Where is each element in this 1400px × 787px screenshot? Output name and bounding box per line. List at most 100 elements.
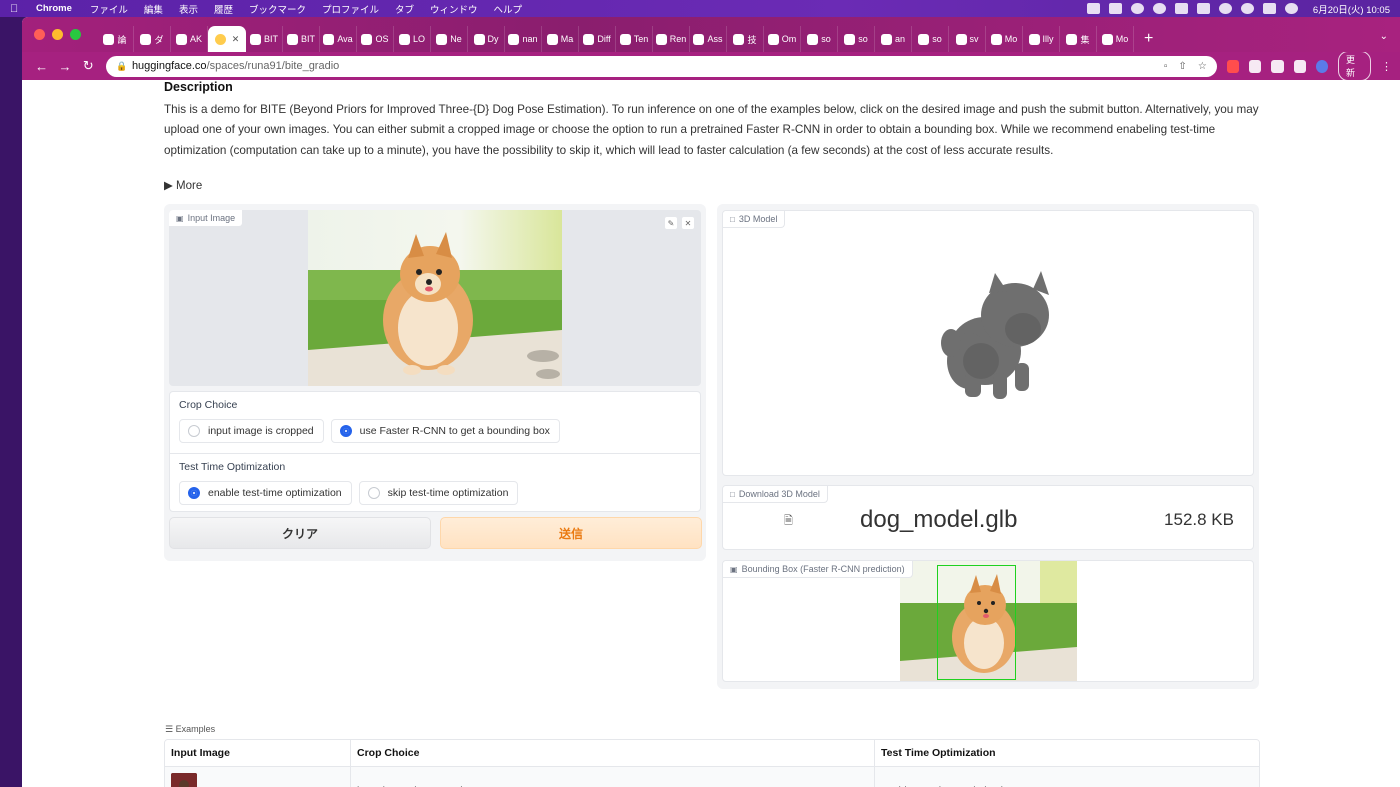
app-menu-chrome[interactable]: Chrome [36, 3, 72, 14]
browser-tab[interactable]: so [801, 26, 838, 52]
radio-dot-selected[interactable] [339, 425, 352, 437]
menu-edit[interactable]: 編集 [144, 2, 163, 16]
radio-dot[interactable] [188, 425, 200, 437]
translate-icon[interactable]: ▫ [1164, 61, 1168, 72]
lock-icon[interactable]: 🔒 [116, 61, 127, 72]
control-center-icon[interactable] [1262, 3, 1276, 14]
browser-tab[interactable]: BIT [283, 26, 320, 52]
browser-tab[interactable]: Mo [986, 26, 1023, 52]
kebab-menu-icon[interactable]: ⋮ [1381, 60, 1392, 73]
tab-title: Om [781, 34, 797, 44]
browser-tab[interactable]: ダ [134, 26, 171, 52]
close-tab-icon[interactable]: ✕ [232, 34, 240, 45]
browser-tab[interactable]: so [912, 26, 949, 52]
edit-pencil-icon[interactable]: ✎ [664, 216, 678, 230]
example-thumbnail[interactable] [171, 773, 197, 787]
browser-tab[interactable]: LO [394, 26, 431, 52]
image-icon: ▣ [176, 213, 184, 223]
clear-button[interactable]: クリア [169, 517, 431, 549]
menu-tab[interactable]: タブ [395, 2, 414, 16]
browser-tab[interactable]: Illy [1023, 26, 1060, 52]
zoom-window-button[interactable] [70, 29, 81, 40]
new-tab-icon[interactable]: + [1144, 30, 1153, 48]
browser-tab[interactable]: Ass [690, 26, 727, 52]
browser-tab[interactable]: Diff [579, 26, 616, 52]
siri-icon[interactable] [1284, 3, 1298, 14]
radio-label: skip test-time optimization [387, 487, 509, 499]
side-panel-icon[interactable] [1293, 59, 1306, 73]
input-image-upload[interactable]: ▣ Input Image ✎ ✕ [169, 210, 701, 386]
browser-tab[interactable]: Ten [616, 26, 653, 52]
browser-tab[interactable]: 技 [727, 26, 764, 52]
apple-icon[interactable]:  [10, 3, 22, 15]
browser-tab[interactable]: Ren [653, 26, 690, 52]
browser-tab[interactable]: an [875, 26, 912, 52]
profile-avatar[interactable] [1315, 59, 1329, 73]
browser-tab[interactable]: Dy [468, 26, 505, 52]
forward-icon[interactable]: → [53, 59, 76, 74]
status-app-icon[interactable] [1086, 3, 1100, 14]
window-controls [34, 29, 81, 40]
model-3d-viewer[interactable]: □ 3D Model [722, 210, 1254, 476]
browser-tab[interactable]: Ne [431, 26, 468, 52]
menu-help[interactable]: ヘルプ [494, 2, 523, 16]
radio-enable-tto[interactable]: enable test-time optimization [179, 481, 352, 505]
menu-view[interactable]: 表示 [179, 2, 198, 16]
puzzle-extensions-icon[interactable] [1271, 59, 1284, 73]
browser-tab[interactable]: sv [949, 26, 986, 52]
browser-tab[interactable]: ✕ [208, 26, 246, 52]
menu-bookmarks[interactable]: ブックマーク [249, 2, 306, 16]
close-window-button[interactable] [34, 29, 45, 40]
browser-tab[interactable]: Mo [1097, 26, 1134, 52]
address-bar[interactable]: 🔒 huggingface.co/spaces/runa91/bite_grad… [105, 55, 1217, 77]
radio-dot[interactable] [367, 487, 380, 499]
table-cell[interactable]: input image is cropped [351, 767, 875, 787]
radio-label: input image is cropped [208, 425, 314, 437]
download-label: □ Download 3D Model [723, 486, 828, 503]
download-3d-model[interactable]: □ Download 3D Model 🗎 dog_model.glb 152.… [722, 485, 1254, 550]
table-cell[interactable]: enable test-time optimization [875, 767, 1259, 787]
browser-tab[interactable]: 論 [97, 26, 134, 52]
update-button[interactable]: 更新 [1338, 51, 1371, 81]
browser-tab[interactable]: BIT [246, 26, 283, 52]
table-cell-image[interactable] [165, 767, 351, 787]
bookmark-star-icon[interactable]: ☆ [1198, 61, 1207, 72]
play-icon[interactable] [1152, 3, 1166, 14]
battery-icon[interactable] [1196, 3, 1210, 14]
download-file-size: 152.8 KB [1164, 510, 1234, 529]
status-app-icon[interactable] [1108, 3, 1122, 14]
menu-window[interactable]: ウィンドウ [430, 2, 478, 16]
status-app-icon[interactable] [1130, 3, 1144, 14]
extension-icon[interactable] [1226, 59, 1240, 73]
submit-button[interactable]: 送信 [440, 517, 702, 549]
browser-tab[interactable]: OS [357, 26, 394, 52]
browser-tab[interactable]: so [838, 26, 875, 52]
radio-faster-rcnn[interactable]: use Faster R-CNN to get a bounding box [330, 419, 560, 443]
close-icon[interactable]: ✕ [681, 216, 695, 230]
menu-history[interactable]: 履歴 [214, 2, 233, 16]
menu-profiles[interactable]: プロファイル [322, 2, 379, 16]
download-file-name[interactable]: dog_model.glb [860, 506, 1017, 534]
reload-icon[interactable]: ↻ [77, 58, 100, 74]
browser-tab[interactable]: Ma [542, 26, 579, 52]
share-icon[interactable]: ⇧ [1178, 61, 1186, 72]
radio-skip-tto[interactable]: skip test-time optimization [358, 481, 519, 505]
browser-tab[interactable]: nan [505, 26, 542, 52]
tab-search-chevron-icon[interactable]: ⌄ [1380, 31, 1388, 42]
menu-file[interactable]: ファイル [90, 2, 128, 16]
radio-dot-selected[interactable] [188, 487, 200, 499]
browser-tab[interactable]: Om [764, 26, 801, 52]
browser-tab[interactable]: AK [171, 26, 208, 52]
search-icon[interactable] [1240, 3, 1254, 14]
browser-tab[interactable]: Ava [320, 26, 357, 52]
back-icon[interactable]: ← [30, 59, 53, 74]
browser-tab[interactable]: 集 [1060, 26, 1097, 52]
radio-input-cropped[interactable]: input image is cropped [179, 419, 324, 443]
input-source-icon[interactable] [1174, 3, 1188, 14]
minimize-window-button[interactable] [52, 29, 63, 40]
extension-icon[interactable] [1249, 59, 1262, 73]
more-toggle[interactable]: ▶︎ More [164, 178, 202, 192]
table-row[interactable]: input image is cropped enable test-time … [165, 767, 1259, 787]
menubar-clock[interactable]: 6月20日(火) 10:05 [1313, 2, 1390, 16]
wifi-icon[interactable] [1218, 3, 1232, 14]
